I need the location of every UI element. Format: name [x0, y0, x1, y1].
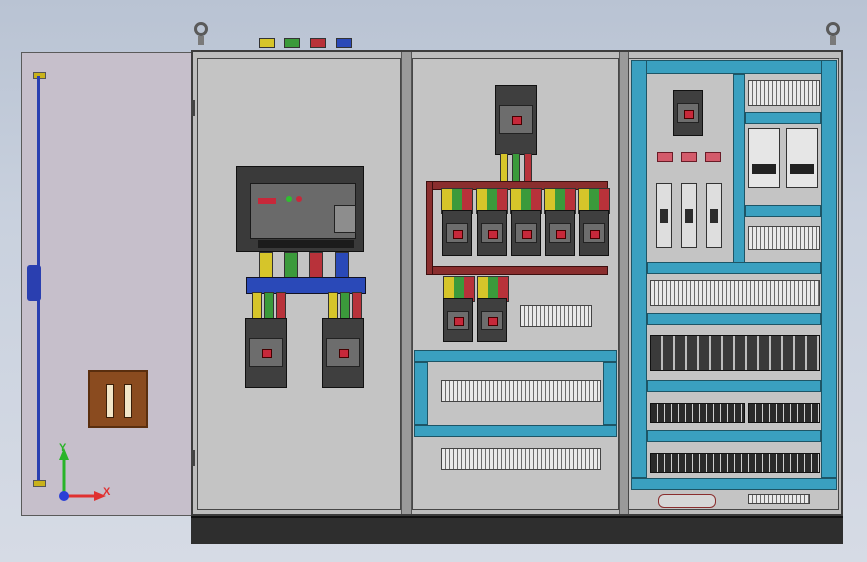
cable-duct-horizontal	[647, 313, 821, 325]
busbar-l1	[259, 252, 273, 280]
top-terminal-l2	[284, 38, 300, 48]
mcb-branch-1[interactable]	[442, 210, 472, 256]
cable-duct-shelf	[745, 205, 821, 217]
cable-duct-horizontal	[647, 430, 821, 442]
hinge	[191, 450, 195, 466]
copper-busbar-bottom	[426, 266, 608, 275]
indicator-lamp	[705, 152, 721, 162]
cable-duct-horizontal	[647, 262, 821, 274]
door-latch	[27, 265, 41, 301]
mcb-branch-3[interactable]	[511, 210, 541, 256]
cable-duct-horizontal	[647, 380, 821, 392]
top-terminal-l1	[259, 38, 275, 48]
door-handle-icon[interactable]	[88, 370, 148, 428]
cable-duct-horizontal	[414, 350, 617, 362]
mcb-branch-7[interactable]	[477, 298, 507, 342]
terminal-block	[520, 305, 592, 327]
section-divider	[401, 52, 412, 514]
cable-duct-top	[631, 60, 836, 74]
cabinet-plinth	[191, 516, 843, 544]
acb-indicator-red-dot	[296, 196, 302, 202]
mcb-branch-6[interactable]	[443, 298, 473, 342]
lifting-eye-post	[830, 36, 836, 45]
branch-cable-l1	[328, 292, 338, 320]
terminal-strip	[748, 226, 820, 250]
cable-duct-vertical	[414, 362, 428, 425]
terminal-strip-dark	[650, 403, 745, 423]
axis-y-label: Y	[59, 442, 67, 454]
mcb-branch-4[interactable]	[545, 210, 575, 256]
branch-cable-l1	[252, 292, 262, 320]
mcb-branch-2[interactable]	[477, 210, 507, 256]
terminal-strip	[748, 494, 810, 504]
mccb-main-distribution[interactable]	[495, 85, 537, 155]
axis-x-label: X	[103, 486, 111, 498]
terminal-strip-dark	[748, 403, 820, 423]
indicator-lamp	[657, 152, 673, 162]
handle-slot	[124, 384, 132, 418]
lifting-eye-post	[198, 36, 204, 45]
power-supply-1[interactable]	[748, 128, 780, 188]
branch-cable-l3	[276, 292, 286, 320]
acb-base	[258, 240, 354, 248]
acb-indicator-red	[258, 198, 276, 204]
terminal-strip	[441, 448, 601, 470]
cable-duct-bottom	[631, 478, 837, 490]
cable-duct-shelf	[745, 112, 821, 124]
cable-duct-left	[631, 60, 647, 478]
cable-duct-center	[733, 74, 745, 264]
handle-slot	[106, 384, 114, 418]
branch-cable-l2	[264, 292, 274, 320]
terminal-strip	[650, 280, 820, 306]
top-terminal-l3	[310, 38, 326, 48]
branch-cable-l3	[352, 292, 362, 320]
psu-terminal	[752, 164, 776, 174]
top-terminal-n	[336, 38, 352, 48]
lifting-eye-icon	[826, 22, 840, 36]
acb-trip-unit	[334, 205, 356, 233]
busbar-l3	[309, 252, 323, 280]
feeder-l1	[500, 153, 508, 183]
mcb-branch-5[interactable]	[579, 210, 609, 256]
terminal-strip-dark	[650, 453, 820, 473]
terminal-strip	[748, 80, 820, 106]
terminal-strip	[441, 380, 601, 402]
door-rod-cap-bottom	[33, 480, 46, 487]
feeder-l3	[524, 153, 532, 183]
cable-duct-vertical	[603, 362, 617, 425]
mccb-outgoing-1[interactable]	[245, 318, 287, 388]
relay-rail	[650, 335, 820, 371]
mccb-outgoing-2[interactable]	[322, 318, 364, 388]
cable-duct-right	[821, 60, 837, 478]
cable-duct-horizontal	[414, 425, 617, 437]
feeder-l2	[512, 153, 520, 183]
power-supply-2[interactable]	[786, 128, 818, 188]
fuse-holder-3[interactable]	[706, 183, 722, 248]
cad-viewport[interactable]: Y X	[0, 0, 867, 562]
copper-busbar-riser	[426, 181, 433, 275]
lifting-eye-icon	[194, 22, 208, 36]
mccb-control-supply[interactable]	[673, 90, 703, 136]
branch-cable-l2	[340, 292, 350, 320]
hinge	[191, 100, 195, 116]
fuse-holder-2[interactable]	[681, 183, 697, 248]
fuse-holder-1[interactable]	[656, 183, 672, 248]
connector	[658, 494, 716, 508]
acb-indicator-green	[286, 196, 292, 202]
indicator-lamp	[681, 152, 697, 162]
psu-terminal	[790, 164, 814, 174]
busbar-n	[335, 252, 349, 280]
busbar-l2	[284, 252, 298, 280]
